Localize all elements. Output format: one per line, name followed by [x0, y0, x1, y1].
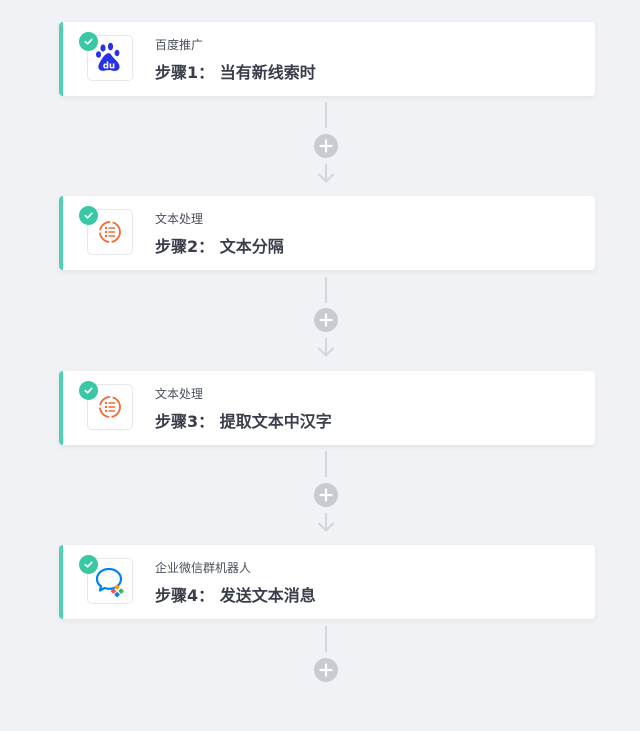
plus-icon [319, 139, 333, 153]
baidu-paw-icon: du [96, 42, 120, 72]
plus-icon [319, 488, 333, 502]
plus-icon [319, 663, 333, 677]
step-title: 步骤2： 文本分隔 [155, 237, 284, 256]
check-icon [79, 32, 98, 51]
svg-text:du: du [103, 62, 115, 72]
step-connector-1 [310, 102, 342, 192]
connector-line [325, 626, 327, 652]
arrow-down-icon [318, 164, 334, 183]
text-process-icon [99, 396, 121, 418]
check-icon [79, 206, 98, 225]
add-step-button[interactable] [314, 308, 338, 332]
workflow-canvas: du 百度推广 步骤1： 当有新线索时 文本处理 步骤2： 文本分隔 文本处理 … [0, 0, 640, 731]
workflow-step-2[interactable]: 文本处理 步骤2： 文本分隔 [59, 196, 595, 270]
step-accent-bar [59, 196, 63, 270]
check-icon [79, 381, 98, 400]
add-step-button[interactable] [314, 134, 338, 158]
step-accent-bar [59, 371, 63, 445]
add-step-button[interactable] [314, 483, 338, 507]
step-title: 步骤4： 发送文本消息 [155, 586, 316, 605]
step-app-name: 企业微信群机器人 [155, 561, 252, 575]
step-connector-3 [310, 451, 342, 541]
step-app-name: 文本处理 [155, 212, 204, 226]
text-process-icon [99, 221, 121, 243]
wecom-robot-icon [95, 567, 124, 597]
step-connector-4 [310, 626, 342, 686]
connector-line [325, 102, 327, 128]
arrow-down-icon [318, 338, 334, 357]
connector-line [325, 451, 327, 477]
add-step-button[interactable] [314, 658, 338, 682]
workflow-step-3[interactable]: 文本处理 步骤3： 提取文本中汉字 [59, 371, 595, 445]
step-app-name: 文本处理 [155, 387, 204, 401]
workflow-step-1[interactable]: du 百度推广 步骤1： 当有新线索时 [59, 22, 595, 96]
step-accent-bar [59, 22, 63, 96]
step-title: 步骤3： 提取文本中汉字 [155, 412, 332, 431]
step-connector-2 [310, 277, 342, 367]
check-icon [79, 555, 98, 574]
step-app-name: 百度推广 [155, 38, 204, 52]
step-accent-bar [59, 545, 63, 619]
arrow-down-icon [318, 513, 334, 532]
plus-icon [319, 313, 333, 327]
step-title: 步骤1： 当有新线索时 [155, 63, 316, 82]
workflow-step-4[interactable]: 企业微信群机器人 步骤4： 发送文本消息 [59, 545, 595, 619]
connector-line [325, 277, 327, 303]
